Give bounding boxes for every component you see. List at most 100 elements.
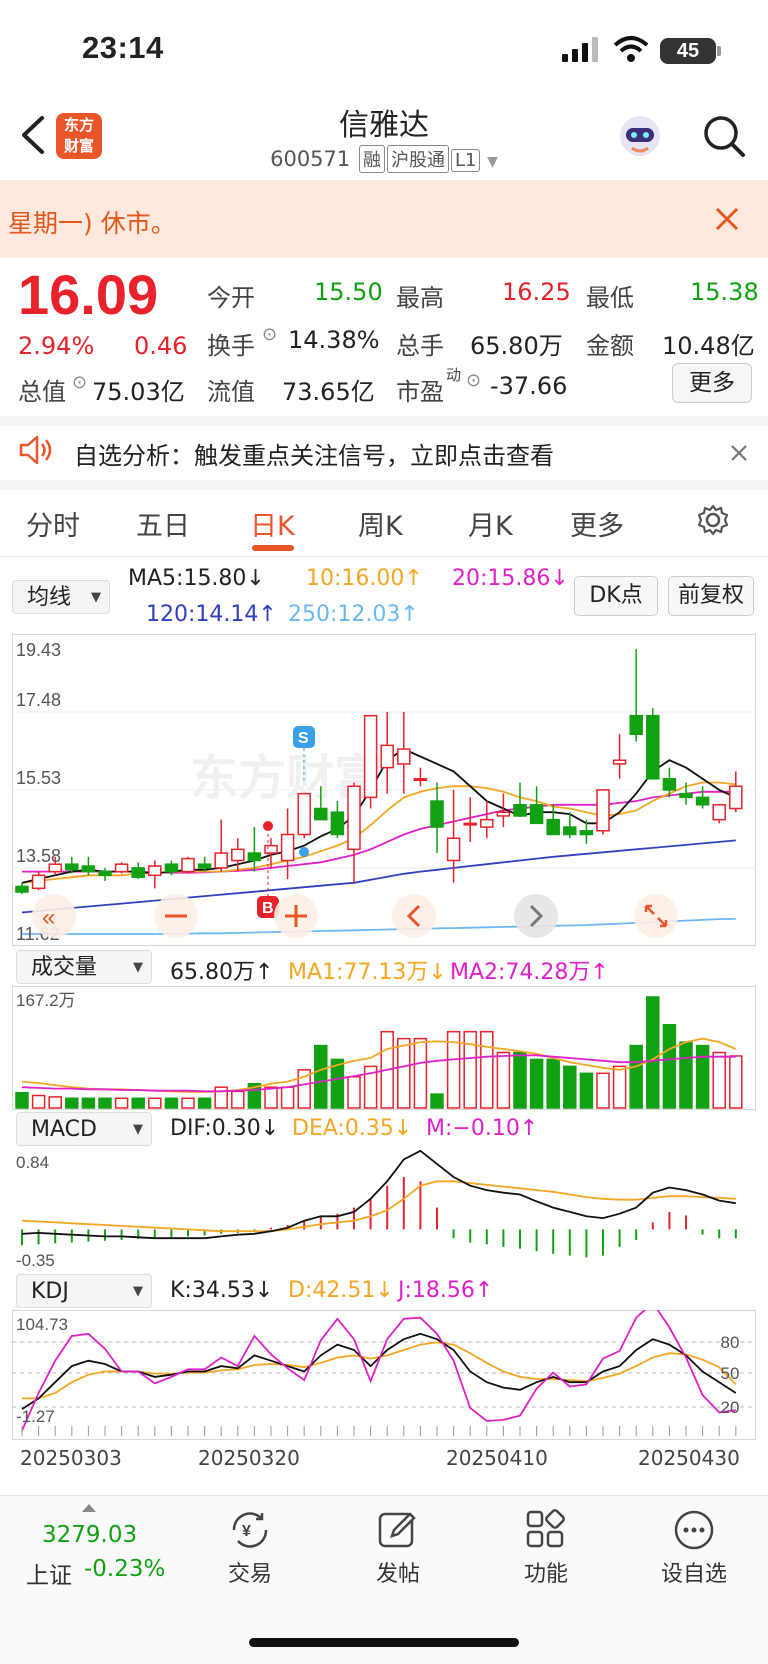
pe-label: 市盈 — [396, 378, 444, 406]
robot-assistant-icon[interactable] — [616, 112, 664, 160]
sell-point-dot — [299, 847, 309, 857]
wifi-icon — [613, 36, 649, 62]
date-label-2: 20250320 — [198, 1446, 300, 1470]
amount-value: 10.48亿 — [662, 332, 755, 360]
volume-bar — [430, 1093, 444, 1109]
volume-bar — [729, 1055, 743, 1109]
change-percent: 2.94% — [18, 332, 95, 360]
y-tick-3: 15.53 — [16, 768, 61, 788]
ma250-value: 250:12.03↑ — [288, 602, 419, 627]
fullscreen-button[interactable] — [634, 894, 678, 938]
status-time: 23:14 — [82, 30, 164, 65]
chevron-down-icon[interactable]: ▼ — [487, 154, 498, 170]
amount-label: 金额 — [586, 332, 634, 360]
tab-five-day[interactable]: 五日 — [136, 504, 190, 543]
candle — [197, 863, 212, 869]
kdj-selector[interactable]: KDJ ▼ — [16, 1274, 152, 1308]
volume-bar — [413, 1037, 428, 1109]
caret-down-icon: ▼ — [133, 1284, 143, 1299]
candle — [712, 804, 726, 821]
volume-bar — [65, 1097, 79, 1109]
info-icon[interactable]: ⊙ — [72, 372, 87, 393]
active-tab-indicator — [252, 545, 294, 551]
home-indicator — [249, 1638, 519, 1647]
tab-weekly-k[interactable]: 周K — [358, 504, 403, 543]
nav-watchlist[interactable]: 设自选 — [644, 1556, 744, 1588]
kdj-d: D:42.51↓ — [288, 1278, 394, 1303]
open-value: 15.50 — [314, 278, 383, 306]
candle — [629, 714, 643, 735]
ma20-value: 20:15.86↓ — [452, 566, 569, 591]
float-value: 73.65亿 — [282, 378, 375, 406]
volume-bar — [563, 1065, 577, 1109]
kdj-level-50: 50 — [721, 1364, 740, 1383]
close-icon[interactable] — [730, 444, 748, 462]
ma-selector[interactable]: 均线 ▼ — [12, 580, 110, 614]
volume-chart[interactable]: 167.2万 — [12, 986, 756, 1110]
macd-selector-label: MACD — [31, 1117, 97, 1142]
close-icon[interactable] — [714, 206, 740, 232]
candle — [612, 759, 627, 765]
kdj-j: J:18.56↑ — [398, 1278, 494, 1303]
candle — [529, 804, 544, 825]
status-bar: 23:14 45 — [0, 0, 768, 100]
macd-chart[interactable]: 0.84 -0.35 — [12, 1148, 756, 1270]
tab-intraday[interactable]: 分时 — [26, 504, 80, 543]
dk-point-button[interactable]: DK点 — [574, 576, 658, 616]
volume-selector[interactable]: 成交量 ▼ — [16, 950, 152, 984]
kline-chart[interactable]: 东方财富 19.43 17.48 15.53 13.58 11.62 S B « — [12, 634, 756, 946]
search-icon[interactable] — [702, 114, 746, 158]
index-value[interactable]: 3279.03 — [42, 1522, 137, 1548]
volume-bar — [81, 1097, 96, 1109]
stock-code: 600571 — [270, 147, 351, 171]
sell-marker-label: S — [298, 730, 309, 747]
nav-trade[interactable]: 交易 — [200, 1556, 300, 1588]
volume-bar — [280, 1086, 295, 1109]
kdj-chart[interactable]: 104.73 -1.27 80 50 20 — [12, 1310, 756, 1440]
tab-more[interactable]: 更多 — [570, 504, 624, 543]
volume-bar — [546, 1058, 560, 1109]
macd-dea: DEA:0.35↓ — [292, 1116, 413, 1141]
info-icon[interactable]: ⊙ — [466, 370, 481, 391]
volume-bar — [197, 1097, 212, 1109]
candle — [81, 865, 96, 873]
info-icon[interactable]: ⊙ — [262, 324, 277, 345]
candle — [646, 714, 660, 780]
y-tick-max: 19.43 — [16, 640, 61, 660]
nav-post[interactable]: 发帖 — [348, 1556, 448, 1588]
volume-bar — [314, 1044, 328, 1109]
candle — [98, 870, 112, 877]
post-icon[interactable] — [376, 1508, 420, 1552]
volume-value: 65.80万↑ — [170, 960, 274, 985]
ma5-value: MA5:15.80↓ — [128, 566, 265, 591]
trade-icon[interactable]: ¥ — [228, 1508, 272, 1552]
macd-selector[interactable]: MACD ▼ — [16, 1112, 152, 1146]
pe-value: -37.66 — [490, 372, 568, 400]
low-value: 15.38 — [690, 278, 759, 306]
more-dots-icon[interactable] — [672, 1508, 716, 1552]
candle — [563, 826, 577, 836]
volume-bar — [712, 1051, 726, 1109]
macd-dif: DIF:0.30↓ — [170, 1116, 280, 1141]
more-button[interactable]: 更多 — [672, 363, 752, 403]
macd-bottom-label: -0.35 — [16, 1251, 55, 1270]
candle — [297, 792, 311, 836]
next-button[interactable] — [514, 894, 558, 938]
index-change[interactable]: -0.23% — [84, 1556, 165, 1582]
candle — [679, 792, 693, 799]
mktcap-value: 75.03亿 — [92, 378, 185, 406]
volume-bar — [131, 1097, 145, 1109]
adjust-button[interactable]: 前复权 — [668, 576, 754, 616]
gear-icon[interactable] — [696, 503, 730, 537]
prev-button[interactable] — [392, 894, 436, 938]
analysis-text[interactable]: 自选分析：触发重点关注信号，立即点击查看 — [74, 436, 554, 471]
index-name[interactable]: 上证 — [26, 1556, 72, 1590]
tab-monthly-k[interactable]: 月K — [468, 504, 513, 543]
volume-max-label: 167.2万 — [16, 991, 76, 1010]
volume-bar — [480, 1030, 494, 1109]
tab-daily-k[interactable]: 日K — [250, 504, 295, 543]
kdj-top-label: 104.73 — [16, 1315, 68, 1334]
nav-function[interactable]: 功能 — [496, 1556, 596, 1588]
function-grid-icon[interactable] — [524, 1508, 568, 1552]
open-label: 今开 — [207, 284, 255, 312]
